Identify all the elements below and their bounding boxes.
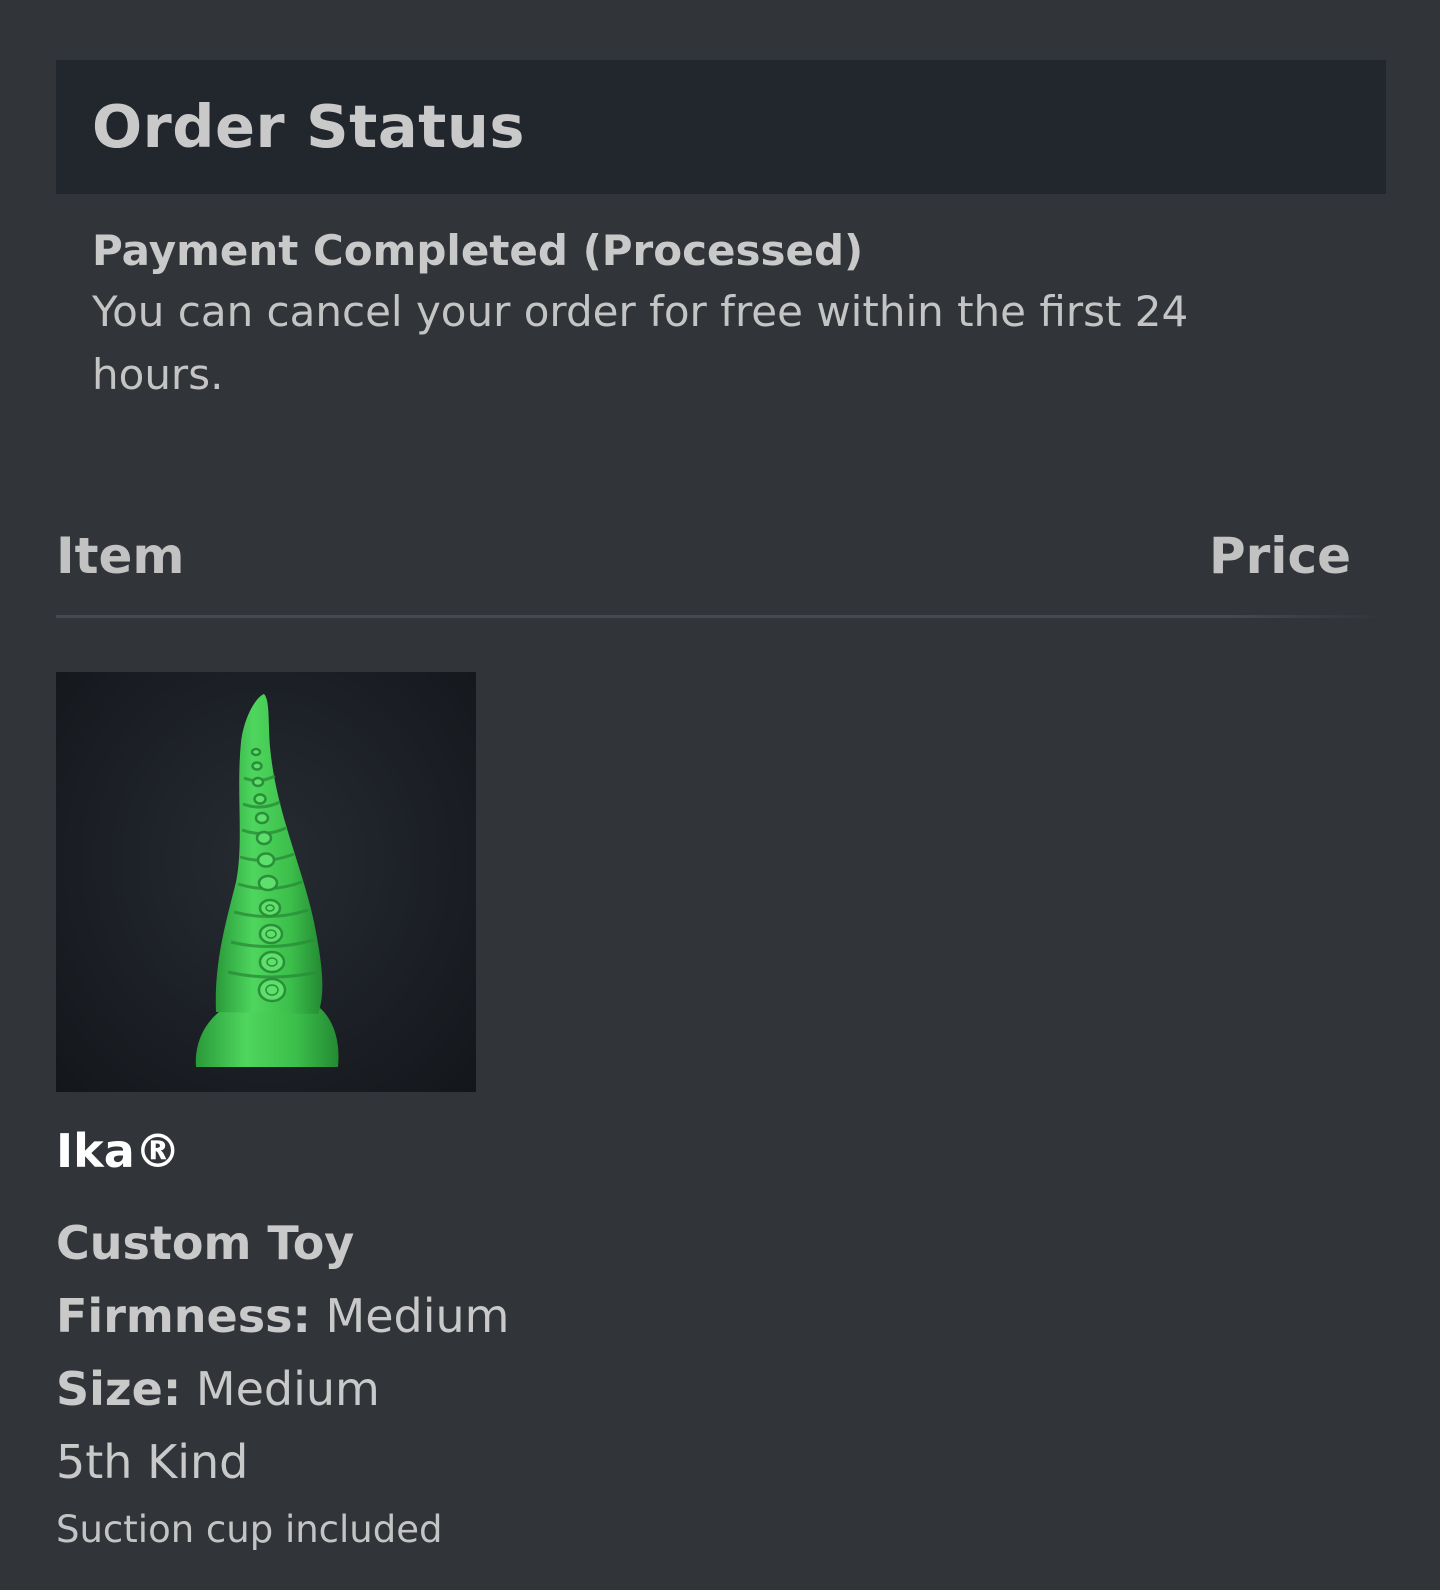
- option-size: Size: Medium: [56, 1353, 956, 1426]
- product-name[interactable]: Ika®: [56, 1120, 181, 1182]
- payment-status-section: Payment Completed (Processed) You can ca…: [92, 222, 1312, 406]
- option-firmness-value: Medium: [325, 1289, 510, 1343]
- payment-status-heading: Payment Completed (Processed): [92, 226, 864, 275]
- table-divider: [56, 615, 1386, 618]
- option-size-label: Size:: [56, 1362, 182, 1416]
- option-firmness-label: Firmness:: [56, 1289, 311, 1343]
- order-table-header: Item Price: [56, 520, 1351, 592]
- option-firmness: Firmness: Medium: [56, 1280, 956, 1353]
- product-type: Custom Toy: [56, 1216, 355, 1270]
- column-header-price: Price: [1209, 527, 1351, 585]
- product-variant: 5th Kind: [56, 1435, 249, 1489]
- column-header-item: Item: [56, 527, 185, 585]
- option-size-value: Medium: [195, 1362, 380, 1416]
- order-status-header: Order Status: [56, 60, 1386, 194]
- product-note: Suction cup included: [56, 1508, 443, 1551]
- page-title: Order Status: [92, 92, 525, 161]
- cancellation-notice: You can cancel your order for free withi…: [92, 287, 1189, 399]
- tentacle-product-icon: [195, 694, 339, 1067]
- product-details: Custom Toy Firmness: Medium Size: Medium…: [56, 1207, 956, 1561]
- product-image[interactable]: [56, 672, 476, 1092]
